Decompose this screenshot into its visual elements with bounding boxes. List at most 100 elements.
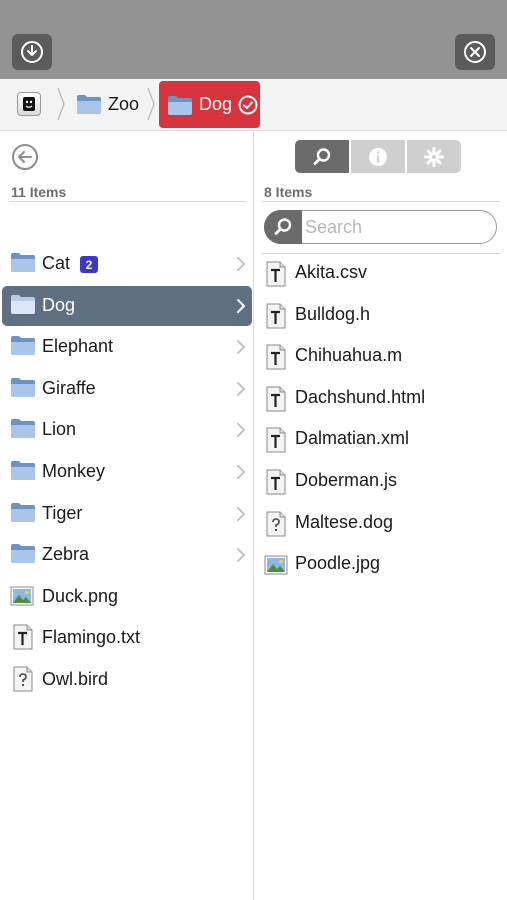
- row-label: Dog: [42, 294, 76, 315]
- folder-icon: [168, 95, 192, 115]
- text-file-icon: [265, 386, 287, 412]
- divider: [9, 201, 246, 202]
- app-home-icon: [23, 97, 35, 111]
- top-toolbar: [0, 0, 507, 79]
- left-pane: 11 Items Cat 2 Dog Elephant Giraffe Lion Monke…: [0, 132, 254, 900]
- row-label: Dachshund.html: [295, 386, 426, 407]
- row-label: Dalmatian.xml: [295, 428, 410, 449]
- row-label: Lion: [42, 419, 77, 440]
- breadcrumb-label: Zoo: [108, 93, 140, 114]
- row-label: Owl.bird: [42, 669, 109, 689]
- search-field[interactable]: [264, 210, 497, 244]
- row-label: Cat: [42, 253, 71, 273]
- search-icon: [313, 147, 331, 165]
- chevron-right-icon: [236, 547, 246, 563]
- breadcrumb-item-dog[interactable]: Dog: [159, 81, 260, 128]
- file-row[interactable]: Doberman.js: [255, 461, 507, 501]
- folder-icon: [10, 376, 36, 402]
- breadcrumb-label: Dog: [199, 94, 233, 114]
- search-field-icon-button[interactable]: [264, 210, 302, 244]
- text-file-icon: [265, 261, 287, 287]
- breadcrumb-separator: [147, 87, 155, 121]
- folder-icon: [10, 542, 36, 568]
- breadcrumb-separator: [57, 87, 65, 121]
- file-row[interactable]: Dachshund.html: [255, 378, 507, 418]
- row-label: Chihuahua.m: [295, 345, 403, 366]
- chevron-right-icon: [236, 298, 246, 314]
- folder-icon: [10, 334, 36, 360]
- segmented-control: [295, 140, 462, 173]
- image-file-icon: [10, 584, 36, 610]
- breadcrumb-item-zoo[interactable]: Zoo: [76, 90, 139, 118]
- download-button[interactable]: [12, 34, 52, 70]
- folder-row[interactable]: Giraffe: [2, 369, 252, 409]
- folder-icon: [77, 95, 101, 114]
- file-row[interactable]: Maltese.dog: [255, 503, 507, 543]
- file-row[interactable]: Akita.csv: [255, 253, 507, 293]
- chevron-right-icon: [236, 506, 246, 522]
- folder-row[interactable]: Monkey: [2, 452, 252, 492]
- file-row[interactable]: Poodle.jpg: [255, 544, 507, 584]
- file-row[interactable]: Dalmatian.xml: [255, 419, 507, 459]
- file-row[interactable]: Owl.bird: [2, 660, 252, 700]
- file-row[interactable]: Flamingo.txt: [2, 618, 252, 658]
- folder-icon: [10, 501, 36, 527]
- row-label: Flamingo.txt: [42, 627, 141, 648]
- folder-row[interactable]: Dog: [2, 285, 252, 326]
- info-icon: [369, 147, 387, 166]
- folder-icon: [10, 459, 36, 485]
- chevron-right-icon: [236, 256, 246, 272]
- divider: [262, 201, 500, 202]
- breadcrumb: Zoo Dog: [0, 79, 507, 131]
- row-label: Monkey: [42, 461, 106, 481]
- folder-icon: [10, 417, 36, 443]
- folder-row[interactable]: Zebra: [2, 535, 252, 575]
- folder-row[interactable]: Tiger: [2, 494, 252, 534]
- breadcrumb-home[interactable]: [17, 92, 41, 116]
- file-row[interactable]: Chihuahua.m: [255, 336, 507, 376]
- row-label: Maltese.dog: [295, 511, 394, 532]
- chevron-right-icon: [236, 422, 246, 438]
- row-label: Doberman.js: [295, 470, 398, 490]
- text-file-icon: [265, 427, 287, 453]
- chevron-right-icon: [236, 381, 246, 397]
- folder-row[interactable]: Elephant: [2, 327, 252, 367]
- gear-icon: [424, 146, 444, 167]
- close-circle-icon: [464, 41, 486, 63]
- count-badge: 2: [80, 256, 98, 273]
- row-label: Elephant: [42, 336, 114, 357]
- file-row[interactable]: Bulldog.h: [255, 295, 507, 335]
- chevron-right-icon: [236, 464, 246, 480]
- back-arrow-circle-icon[interactable]: [11, 143, 39, 171]
- text-file-icon: [265, 469, 287, 495]
- row-label: Tiger: [42, 502, 83, 523]
- close-button[interactable]: [455, 34, 495, 70]
- row-label: Akita.csv: [295, 262, 368, 282]
- folder-icon: [10, 293, 36, 319]
- tab-search[interactable]: [295, 140, 349, 173]
- text-file-icon: [265, 303, 287, 329]
- right-pane: 8 Items Akita.csv Bulldog.h Chihuahua.m Dac…: [255, 132, 507, 900]
- row-label: Zebra: [42, 544, 90, 565]
- chevron-right-icon: [236, 339, 246, 355]
- text-file-icon: [12, 624, 38, 650]
- row-label: Poodle.jpg: [295, 553, 381, 574]
- folder-row[interactable]: Lion: [2, 410, 252, 450]
- image-file-icon: [264, 553, 288, 579]
- tab-settings[interactable]: [407, 140, 461, 173]
- item-count-label: 11 Items: [11, 184, 67, 200]
- checkmark-circle-icon: [238, 95, 258, 114]
- row-label: Duck.png: [42, 585, 119, 606]
- unknown-file-icon: [265, 511, 287, 537]
- unknown-file-icon: [12, 666, 38, 692]
- tab-info[interactable]: [351, 140, 405, 173]
- folder-row[interactable]: Cat 2: [2, 244, 252, 284]
- search-input[interactable]: [305, 215, 490, 239]
- item-count-label: 8 Items: [264, 184, 313, 200]
- text-file-icon: [265, 344, 287, 370]
- search-icon: [274, 218, 292, 235]
- download-icon: [21, 41, 43, 63]
- file-row[interactable]: Duck.png: [2, 577, 252, 617]
- folder-icon: [10, 251, 36, 277]
- row-label: Bulldog.h: [295, 303, 371, 324]
